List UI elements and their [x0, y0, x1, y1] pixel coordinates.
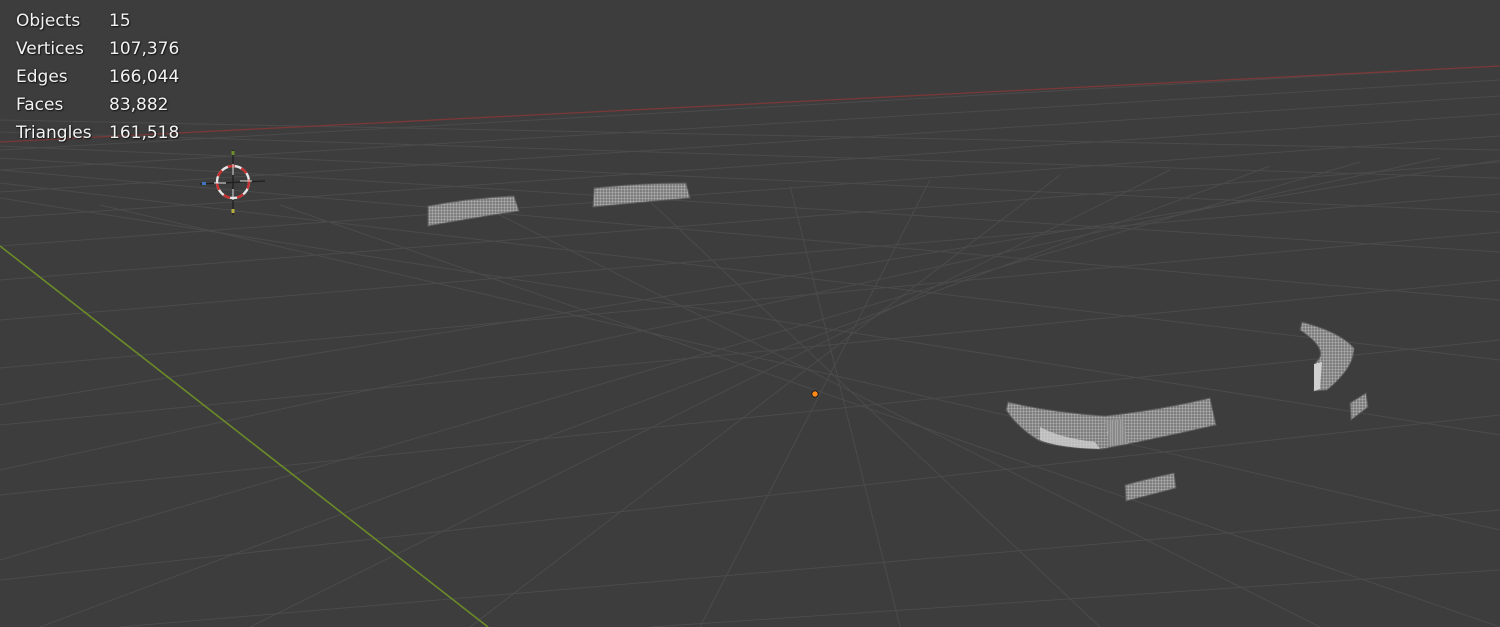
mesh-object-1[interactable]	[427, 195, 520, 227]
stat-label: Vertices	[16, 39, 84, 59]
stat-row-vertices: Vertices 107,376	[16, 35, 199, 63]
stat-row-faces: Faces 83,882	[16, 91, 199, 119]
object-origin-icon[interactable]	[811, 390, 819, 398]
stat-label: Edges	[16, 67, 68, 87]
stat-value: 166,044	[109, 67, 180, 87]
stat-label: Triangles	[16, 123, 92, 143]
stat-row-edges: Edges 166,044	[16, 63, 199, 91]
stat-value: 107,376	[109, 39, 180, 59]
mesh-object-6[interactable]	[1124, 472, 1177, 502]
stat-label: Faces	[16, 95, 64, 115]
scene-statistics-overlay: Objects 15 Vertices 107,376 Edges 166,04…	[16, 7, 199, 147]
floor-grid	[0, 65, 1500, 627]
stat-value: 15	[109, 11, 131, 31]
viewport-scene[interactable]	[0, 0, 1500, 627]
x-axis-line	[0, 65, 1500, 143]
stat-value: 161,518	[109, 123, 180, 143]
stat-row-triangles: Triangles 161,518	[16, 119, 199, 147]
mesh-object-2[interactable]	[592, 182, 691, 208]
mesh-object-4[interactable]	[1299, 321, 1355, 392]
3d-viewport[interactable]: Objects 15 Vertices 107,376 Edges 166,04…	[0, 0, 1500, 627]
y-axis-line	[0, 245, 489, 627]
mesh-object-5[interactable]	[1349, 392, 1369, 421]
stat-label: Objects	[16, 11, 81, 31]
mesh-object-3[interactable]	[1005, 397, 1217, 450]
stat-value: 83,882	[109, 95, 169, 115]
3d-cursor-icon[interactable]	[199, 150, 266, 215]
stat-row-objects: Objects 15	[16, 7, 199, 35]
